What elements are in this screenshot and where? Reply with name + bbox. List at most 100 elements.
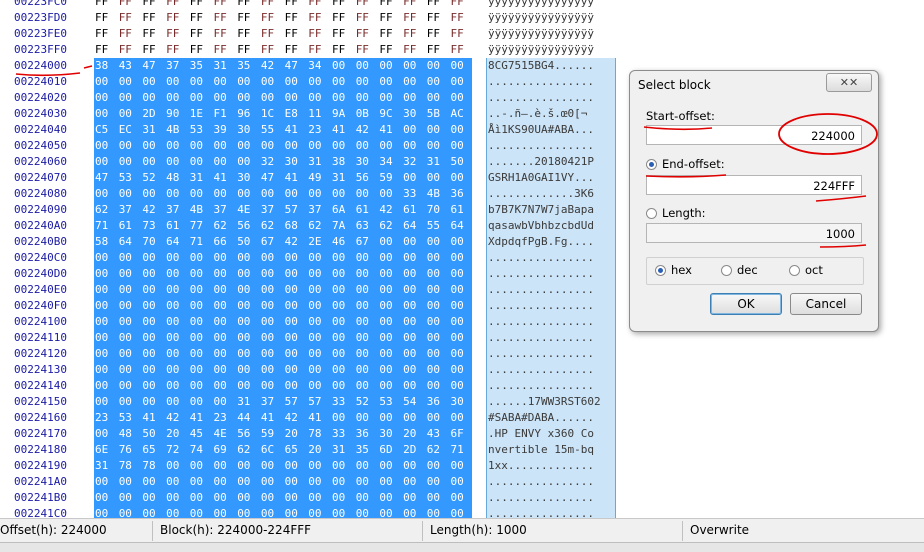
hex-byte[interactable]: 70 (142, 234, 166, 250)
hex-byte[interactable]: 00 (308, 458, 332, 474)
hex-byte[interactable]: 6F (451, 426, 475, 442)
hex-byte[interactable]: 42 (285, 410, 309, 426)
length-input[interactable]: 1000 (646, 223, 862, 243)
hex-byte[interactable]: 00 (403, 314, 427, 330)
hex-byte[interactable]: 00 (403, 250, 427, 266)
hex-byte[interactable]: 00 (214, 362, 238, 378)
hex-byte[interactable]: C5 (95, 122, 119, 138)
hex-byte[interactable]: FF (356, 10, 380, 26)
hex-byte[interactable]: FF (451, 0, 475, 10)
hex-byte[interactable]: 00 (190, 490, 214, 506)
hex-byte[interactable]: FF (190, 0, 214, 10)
hex-byte[interactable]: 00 (142, 314, 166, 330)
hex-byte[interactable]: 64 (166, 234, 190, 250)
hex-byte[interactable]: FF (166, 42, 190, 58)
hex-byte[interactable]: 57 (285, 202, 309, 218)
hex-byte[interactable]: 00 (308, 346, 332, 362)
hex-byte[interactable]: 00 (95, 426, 119, 442)
hex-byte[interactable]: 00 (142, 282, 166, 298)
ascii-text[interactable]: ................ (488, 250, 614, 266)
hex-byte[interactable]: 2D (403, 442, 427, 458)
hex-byte[interactable]: 76 (119, 442, 143, 458)
start-offset-input[interactable]: 224000 (646, 125, 862, 145)
hex-row[interactable]: 00224130 00 00 00 00 00 00 00 00 00 00 00 00 00 00 00 00… (0, 362, 620, 378)
hex-byte[interactable]: 00 (403, 490, 427, 506)
hex-byte[interactable]: FF (379, 10, 403, 26)
hex-byte[interactable]: 00 (119, 90, 143, 106)
hex-byte[interactable]: 00 (95, 282, 119, 298)
hex-byte[interactable]: 77 (190, 218, 214, 234)
hex-row[interactable]: 00224090 62 37 42 37 4B 37 4E 37 57 37 6A 61 42 61 70 61… (0, 202, 620, 218)
hex-byte[interactable]: FF (427, 26, 451, 42)
ascii-text[interactable]: ÿÿÿÿÿÿÿÿÿÿÿÿÿÿÿÿ (488, 0, 614, 10)
hex-byte[interactable]: 00 (142, 362, 166, 378)
hex-byte[interactable]: 00 (237, 250, 261, 266)
hex-byte[interactable]: 45 (190, 426, 214, 442)
hex-byte[interactable]: FF (142, 10, 166, 26)
hex-byte[interactable]: 47 (95, 170, 119, 186)
hex-byte[interactable]: 00 (190, 474, 214, 490)
hex-byte[interactable]: 00 (308, 474, 332, 490)
hex-byte[interactable]: 00 (190, 74, 214, 90)
hex-byte[interactable]: 55 (427, 218, 451, 234)
hex-row[interactable]: 00224140 00 00 00 00 00 00 00 00 00 00 00 00 00 00 00 00… (0, 378, 620, 394)
hex-row[interactable]: 00223FE0 FF FF FF FF FF FF FF FF FF FF FF FF FF FF FF FF… (0, 26, 620, 42)
ascii-text[interactable]: ......17WW3RST602 (488, 394, 614, 410)
hex-byte[interactable]: 00 (285, 186, 309, 202)
hex-byte[interactable]: 00 (261, 266, 285, 282)
hex-byte[interactable]: 37 (166, 202, 190, 218)
hex-byte[interactable]: 00 (403, 506, 427, 518)
hex-row[interactable]: 00224100 00 00 00 00 00 00 00 00 00 00 00 00 00 00 00 00… (0, 314, 620, 330)
hex-byte[interactable]: 00 (142, 330, 166, 346)
hex-byte[interactable]: FF (403, 42, 427, 58)
hex-byte[interactable]: 00 (166, 314, 190, 330)
hex-byte[interactable]: 00 (261, 74, 285, 90)
hex-row[interactable]: 00224160 23 53 41 42 41 23 44 41 42 41 00 00 00 00 00 00… (0, 410, 620, 426)
hex-byte[interactable]: FF (285, 0, 309, 10)
hex-byte[interactable]: 00 (379, 410, 403, 426)
hex-byte[interactable]: 00 (237, 490, 261, 506)
hex-byte[interactable]: FF (308, 0, 332, 10)
hex-byte[interactable]: 00 (451, 266, 475, 282)
hex-byte[interactable]: 31 (308, 154, 332, 170)
hex-byte[interactable]: 00 (214, 330, 238, 346)
hex-byte[interactable]: 00 (119, 74, 143, 90)
hex-byte[interactable]: 61 (403, 202, 427, 218)
hex-byte[interactable]: 00 (119, 154, 143, 170)
hex-byte[interactable]: FF (285, 26, 309, 42)
hex-byte[interactable]: 00 (142, 186, 166, 202)
hex-byte[interactable]: 00 (285, 506, 309, 518)
hex-byte[interactable]: 35 (190, 58, 214, 74)
hex-byte[interactable]: 00 (379, 330, 403, 346)
hex-byte[interactable]: 00 (451, 138, 475, 154)
hex-byte[interactable]: 00 (308, 138, 332, 154)
hex-byte[interactable]: 23 (214, 410, 238, 426)
hex-byte[interactable]: 00 (356, 58, 380, 74)
hex-byte[interactable]: 47 (261, 170, 285, 186)
hex-byte[interactable]: 37 (261, 394, 285, 410)
hex-byte[interactable]: 31 (332, 170, 356, 186)
hex-byte[interactable]: 00 (427, 90, 451, 106)
hex-byte[interactable]: 53 (119, 410, 143, 426)
hex-byte[interactable]: 00 (214, 266, 238, 282)
hex-byte[interactable]: 6D (379, 442, 403, 458)
hex-byte[interactable]: 00 (403, 282, 427, 298)
hex-byte[interactable]: 00 (427, 330, 451, 346)
hex-byte[interactable]: 00 (332, 474, 356, 490)
hex-byte[interactable]: 00 (403, 362, 427, 378)
hex-byte[interactable]: FF (403, 0, 427, 10)
hex-byte[interactable]: 00 (379, 298, 403, 314)
cancel-button[interactable]: Cancel (790, 293, 862, 315)
hex-byte[interactable]: FF (119, 10, 143, 26)
hex-byte[interactable]: 00 (308, 490, 332, 506)
hex-byte[interactable]: F1 (214, 106, 238, 122)
hex-byte[interactable]: 00 (451, 490, 475, 506)
hex-byte[interactable]: 00 (403, 170, 427, 186)
hex-byte[interactable]: 00 (356, 266, 380, 282)
hex-row[interactable]: 002240B0 58 64 70 64 71 66 50 67 42 2E 46 67 00 00 00 00… (0, 234, 620, 250)
hex-byte[interactable]: 00 (451, 282, 475, 298)
hex-byte[interactable]: 46 (332, 234, 356, 250)
hex-byte[interactable]: 00 (285, 282, 309, 298)
hex-byte[interactable]: 00 (427, 282, 451, 298)
hex-byte[interactable]: 30 (237, 122, 261, 138)
